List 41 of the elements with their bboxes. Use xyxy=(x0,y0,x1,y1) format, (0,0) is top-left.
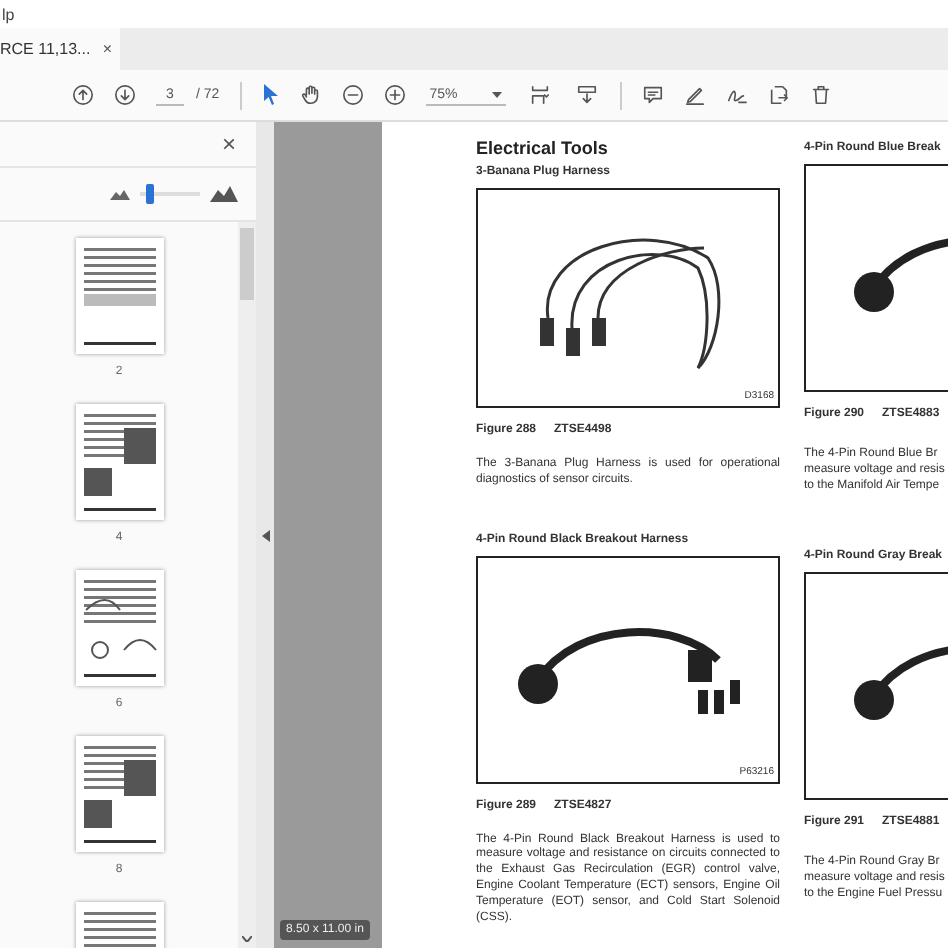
document-share-icon xyxy=(767,84,790,106)
caret-icon xyxy=(491,91,502,97)
document-tab[interactable]: RCE 11,13... × xyxy=(0,28,120,70)
close-button[interactable]: × xyxy=(221,132,236,156)
slider-thumb[interactable] xyxy=(145,184,153,204)
page-thumbnail[interactable] xyxy=(75,736,163,852)
large-mountain-icon xyxy=(210,186,238,202)
next-page-button[interactable] xyxy=(114,84,136,106)
down-arrow-circle-icon xyxy=(114,84,136,106)
zoom-in-button[interactable] xyxy=(383,84,406,106)
tab-close-button[interactable]: × xyxy=(102,41,112,57)
comment-button[interactable] xyxy=(641,84,664,106)
scroll-mode-button[interactable] xyxy=(573,84,600,106)
collapse-panel-handle[interactable] xyxy=(256,122,274,948)
left-triangle-icon xyxy=(261,529,269,541)
tab-title: RCE 11,13... xyxy=(0,40,91,58)
scroll-icon xyxy=(573,84,600,106)
highlight-button[interactable] xyxy=(683,84,706,106)
up-arrow-circle-icon xyxy=(72,84,94,106)
menu-text[interactable]: lp xyxy=(2,5,15,23)
scrollbar-thumb[interactable] xyxy=(240,228,254,300)
page-thumbnail[interactable] xyxy=(75,404,163,520)
pen-icon xyxy=(683,84,706,106)
comment-icon xyxy=(641,84,664,106)
scroll-down-icon[interactable] xyxy=(242,936,252,942)
small-mountain-icon xyxy=(110,188,130,200)
page-thumbnail[interactable] xyxy=(75,238,163,354)
minus-circle-icon xyxy=(341,84,364,106)
pointer-icon xyxy=(261,84,280,106)
trash-icon xyxy=(809,84,832,106)
hand-tool-button[interactable] xyxy=(299,84,322,106)
zoom-out-button[interactable] xyxy=(341,84,364,106)
plus-circle-icon xyxy=(383,84,406,106)
previous-page-button[interactable] xyxy=(72,84,94,106)
page-heading: Electrical Tools xyxy=(476,138,608,158)
select-tool-button[interactable] xyxy=(261,84,280,106)
share-button[interactable] xyxy=(767,84,790,106)
hand-icon xyxy=(299,84,322,106)
delete-button[interactable] xyxy=(809,84,832,106)
scrollbar[interactable] xyxy=(238,222,256,948)
page-thumbnail[interactable] xyxy=(75,570,163,686)
